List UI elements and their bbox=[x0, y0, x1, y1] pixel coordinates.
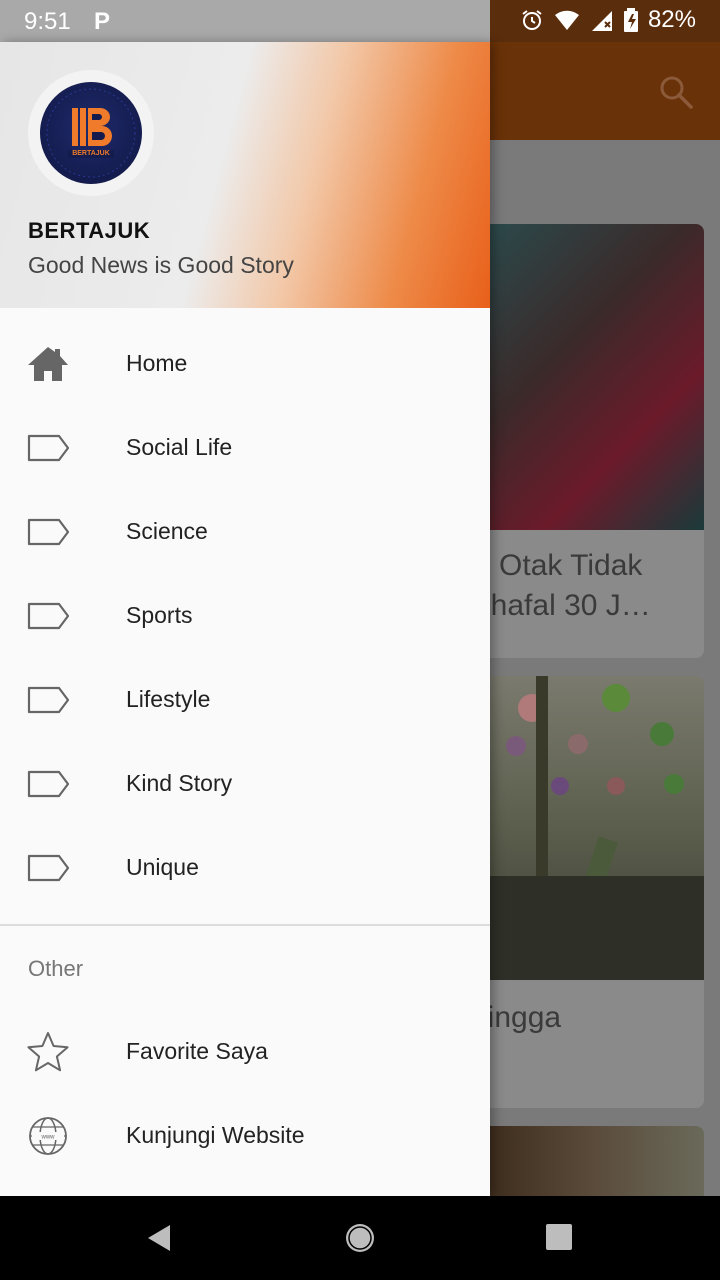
label-icon bbox=[27, 854, 70, 882]
label-icon bbox=[27, 518, 70, 546]
menu-item-label: Unique bbox=[126, 854, 199, 880]
battery-percent: 82% bbox=[647, 6, 696, 33]
menu-item-kunjungi-website[interactable]: www Kunjungi Website bbox=[0, 1094, 490, 1178]
label-icon bbox=[27, 770, 70, 798]
menu-item-unique[interactable]: Unique bbox=[0, 826, 490, 910]
system-navigation-bar bbox=[0, 1196, 720, 1280]
menu-item-social-life[interactable]: Social Life bbox=[0, 406, 490, 490]
label-icon bbox=[27, 602, 70, 630]
status-bar-drawer-overlay bbox=[0, 0, 490, 42]
battery-icon bbox=[623, 8, 638, 32]
signal-icon bbox=[591, 11, 612, 31]
status-icons: 82% bbox=[520, 6, 696, 34]
home-icon bbox=[28, 347, 68, 381]
drawer-header: BERTAJUK BERTAJUK Good News is Good Stor… bbox=[0, 42, 490, 308]
wifi-icon bbox=[554, 10, 579, 31]
alarm-icon bbox=[522, 10, 542, 30]
status-bar: 9:51 P 82% bbox=[0, 0, 720, 42]
menu-item-home[interactable]: Home bbox=[0, 322, 490, 406]
menu-item-label: Kunjungi Website bbox=[126, 1122, 305, 1148]
section-title-other: Other bbox=[28, 956, 84, 981]
menu-item-label: Home bbox=[126, 350, 188, 376]
search-icon[interactable] bbox=[656, 72, 696, 112]
navigation-drawer: BERTAJUK BERTAJUK Good News is Good Stor… bbox=[0, 42, 490, 1196]
recent-apps-icon[interactable] bbox=[545, 1223, 573, 1251]
menu-divider bbox=[0, 924, 490, 926]
parking-notification-icon: P bbox=[94, 8, 111, 35]
globe-icon: www bbox=[29, 1117, 67, 1155]
svg-text:www: www bbox=[41, 1135, 56, 1141]
menu-item-label: Lifestyle bbox=[126, 686, 211, 712]
menu-item-label: Sports bbox=[126, 602, 193, 628]
article-card[interactable]: n Otak Tidak ghafal 30 J… bbox=[476, 224, 704, 658]
menu-item-label: Favorite Saya bbox=[126, 1038, 268, 1064]
menu-item-science[interactable]: Science bbox=[0, 490, 490, 574]
article-thumbnail bbox=[476, 224, 704, 530]
menu-item-favorite-saya[interactable]: Favorite Saya bbox=[0, 1010, 490, 1094]
menu-item-label: Kind Story bbox=[126, 770, 233, 796]
article-card[interactable] bbox=[476, 1126, 704, 1206]
article-thumbnail bbox=[476, 676, 704, 980]
menu-item-label: Science bbox=[126, 518, 208, 544]
article-thumbnail bbox=[476, 1126, 704, 1206]
bertajuk-logo: BERTAJUK bbox=[40, 82, 142, 184]
menu-item-label: Social Life bbox=[126, 434, 233, 460]
lanterns-image bbox=[486, 676, 704, 980]
article-card[interactable]: Hingga bbox=[476, 676, 704, 1108]
home-button-icon[interactable] bbox=[343, 1221, 377, 1255]
article-title: n Otak Tidak ghafal 30 J… bbox=[476, 549, 651, 622]
menu-item-lifestyle[interactable]: Lifestyle bbox=[0, 658, 490, 742]
menu-item-kind-story[interactable]: Kind Story bbox=[0, 742, 490, 826]
back-icon[interactable] bbox=[144, 1222, 176, 1254]
app-name: BERTAJUK bbox=[28, 218, 151, 243]
app-tagline: Good News is Good Story bbox=[28, 252, 294, 278]
menu-item-sports[interactable]: Sports bbox=[0, 574, 490, 658]
star-icon bbox=[27, 1032, 69, 1072]
logo-text: BERTAJUK bbox=[72, 150, 110, 157]
label-icon bbox=[27, 434, 70, 462]
logo-avatar: BERTAJUK bbox=[28, 70, 154, 196]
label-icon bbox=[27, 686, 70, 714]
status-time: 9:51 bbox=[24, 8, 71, 35]
